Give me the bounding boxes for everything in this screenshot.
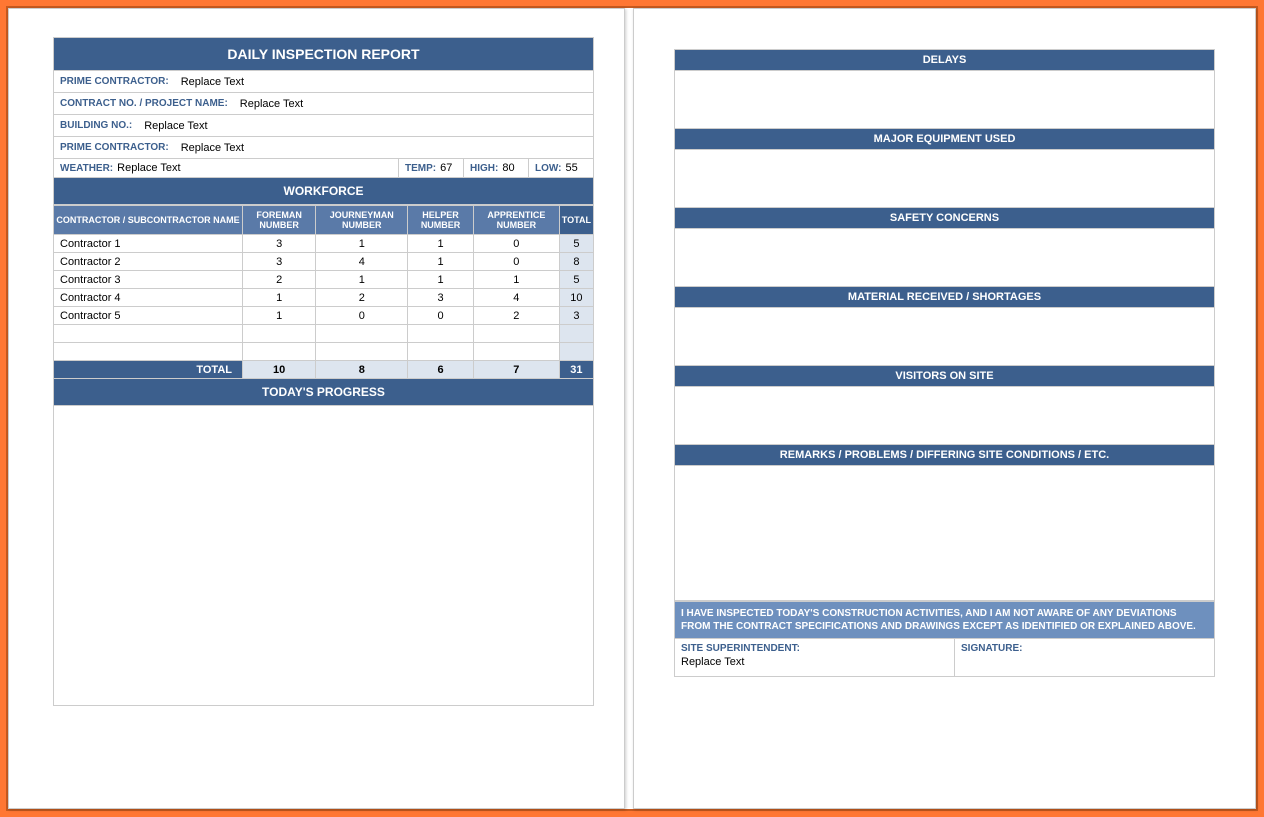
remarks-header: REMARKS / PROBLEMS / DIFFERING SITE COND… xyxy=(674,445,1215,466)
cell-foreman[interactable]: 3 xyxy=(243,253,316,271)
signature-label: SIGNATURE: xyxy=(961,643,1208,654)
table-row: Contractor 510023 xyxy=(54,307,594,325)
table-row: Contractor 131105 xyxy=(54,235,594,253)
prime-contractor2-value[interactable]: Replace Text xyxy=(175,139,250,157)
page-1: DAILY INSPECTION REPORT PRIME CONTRACTOR… xyxy=(8,8,625,809)
cell-helper[interactable]: 1 xyxy=(408,271,474,289)
low-cell: LOW: 55 xyxy=(528,159,593,177)
prime-contractor-value[interactable]: Replace Text xyxy=(175,73,250,91)
cell-journeyman[interactable]: 2 xyxy=(316,289,408,307)
material-box[interactable] xyxy=(674,308,1215,366)
cell-apprentice[interactable]: 1 xyxy=(473,271,559,289)
cell-foreman[interactable]: 2 xyxy=(243,271,316,289)
weather-row: WEATHER: Replace Text TEMP: 67 HIGH: 80 … xyxy=(53,159,594,178)
prime-contractor2-row: PRIME CONTRACTOR: Replace Text xyxy=(53,137,594,159)
col-journeyman: JOURNEYMAN NUMBER xyxy=(316,206,408,235)
page-2: DELAYS MAJOR EQUIPMENT USED SAFETY CONCE… xyxy=(633,8,1256,809)
cell-total: 8 xyxy=(559,253,593,271)
workforce-header: WORKFORCE xyxy=(53,178,594,205)
weather-label: WEATHER: xyxy=(60,163,113,174)
cell-journeyman[interactable]: 1 xyxy=(316,271,408,289)
superintendent-value[interactable]: Replace Text xyxy=(681,656,948,668)
contract-no-label: CONTRACT NO. / PROJECT NAME: xyxy=(54,95,234,112)
statement-text: I HAVE INSPECTED TODAY'S CONSTRUCTION AC… xyxy=(674,601,1215,639)
col-name: CONTRACTOR / SUBCONTRACTOR NAME xyxy=(54,206,243,235)
todays-progress-header: TODAY'S PROGRESS xyxy=(53,379,594,406)
prime-contractor2-label: PRIME CONTRACTOR: xyxy=(54,139,175,156)
prime-contractor-row: PRIME CONTRACTOR: Replace Text xyxy=(53,71,594,93)
col-apprentice: APPRENTICE NUMBER xyxy=(473,206,559,235)
total-helper: 6 xyxy=(408,361,474,379)
cell-name[interactable]: Contractor 5 xyxy=(54,307,243,325)
equipment-box[interactable] xyxy=(674,150,1215,208)
total-foreman: 10 xyxy=(243,361,316,379)
workforce-table: CONTRACTOR / SUBCONTRACTOR NAME FOREMAN … xyxy=(53,205,594,379)
high-value[interactable]: 80 xyxy=(502,162,514,174)
total-label: TOTAL xyxy=(54,361,243,379)
cell-apprentice[interactable]: 0 xyxy=(473,235,559,253)
cell-helper[interactable]: 3 xyxy=(408,289,474,307)
workforce-totals-row: TOTAL 10 8 6 7 31 xyxy=(54,361,594,379)
cell-journeyman[interactable]: 4 xyxy=(316,253,408,271)
superintendent-label: SITE SUPERINTENDENT: xyxy=(681,643,948,654)
table-row: Contractor 321115 xyxy=(54,271,594,289)
cell-apprentice[interactable]: 2 xyxy=(473,307,559,325)
cell-foreman[interactable]: 1 xyxy=(243,289,316,307)
delays-header: DELAYS xyxy=(674,49,1215,71)
cell-total: 5 xyxy=(559,235,593,253)
equipment-header: MAJOR EQUIPMENT USED xyxy=(674,129,1215,150)
cell-total: 10 xyxy=(559,289,593,307)
total-apprentice: 7 xyxy=(473,361,559,379)
cell-helper[interactable]: 1 xyxy=(408,235,474,253)
cell-name[interactable]: Contractor 1 xyxy=(54,235,243,253)
low-value[interactable]: 55 xyxy=(565,162,577,174)
material-header: MATERIAL RECEIVED / SHORTAGES xyxy=(674,287,1215,308)
signature-row: SITE SUPERINTENDENT: Replace Text SIGNAT… xyxy=(674,639,1215,677)
safety-box[interactable] xyxy=(674,229,1215,287)
cell-apprentice[interactable]: 0 xyxy=(473,253,559,271)
cell-foreman[interactable]: 3 xyxy=(243,235,316,253)
col-total: TOTAL xyxy=(559,206,593,235)
temp-value[interactable]: 67 xyxy=(440,162,452,174)
contract-no-value[interactable]: Replace Text xyxy=(234,95,309,113)
cell-name[interactable]: Contractor 3 xyxy=(54,271,243,289)
cell-journeyman[interactable]: 1 xyxy=(316,235,408,253)
col-helper: HELPER NUMBER xyxy=(408,206,474,235)
cell-journeyman[interactable]: 0 xyxy=(316,307,408,325)
todays-progress-box[interactable] xyxy=(53,406,594,706)
col-foreman: FOREMAN NUMBER xyxy=(243,206,316,235)
safety-header: SAFETY CONCERNS xyxy=(674,208,1215,229)
cell-apprentice[interactable]: 4 xyxy=(473,289,559,307)
visitors-header: VISITORS ON SITE xyxy=(674,366,1215,387)
table-row: Contractor 234108 xyxy=(54,253,594,271)
visitors-box[interactable] xyxy=(674,387,1215,445)
document-frame: DAILY INSPECTION REPORT PRIME CONTRACTOR… xyxy=(6,6,1258,811)
cell-total: 3 xyxy=(559,307,593,325)
prime-contractor-label: PRIME CONTRACTOR: xyxy=(54,73,175,90)
report-title: DAILY INSPECTION REPORT xyxy=(53,37,594,71)
cell-name[interactable]: Contractor 2 xyxy=(54,253,243,271)
cell-helper[interactable]: 0 xyxy=(408,307,474,325)
cell-total: 5 xyxy=(559,271,593,289)
remarks-box[interactable] xyxy=(674,466,1215,601)
cell-foreman[interactable]: 1 xyxy=(243,307,316,325)
table-row: Contractor 4123410 xyxy=(54,289,594,307)
high-cell: HIGH: 80 xyxy=(463,159,528,177)
temp-cell: TEMP: 67 xyxy=(398,159,463,177)
building-no-label: BUILDING NO.: xyxy=(54,117,138,134)
weather-value[interactable]: Replace Text xyxy=(117,162,180,174)
contract-no-row: CONTRACT NO. / PROJECT NAME: Replace Tex… xyxy=(53,93,594,115)
delays-box[interactable] xyxy=(674,71,1215,129)
building-no-row: BUILDING NO.: Replace Text xyxy=(53,115,594,137)
cell-helper[interactable]: 1 xyxy=(408,253,474,271)
total-journeyman: 8 xyxy=(316,361,408,379)
cell-name[interactable]: Contractor 4 xyxy=(54,289,243,307)
total-sum: 31 xyxy=(559,361,593,379)
building-no-value[interactable]: Replace Text xyxy=(138,117,213,135)
